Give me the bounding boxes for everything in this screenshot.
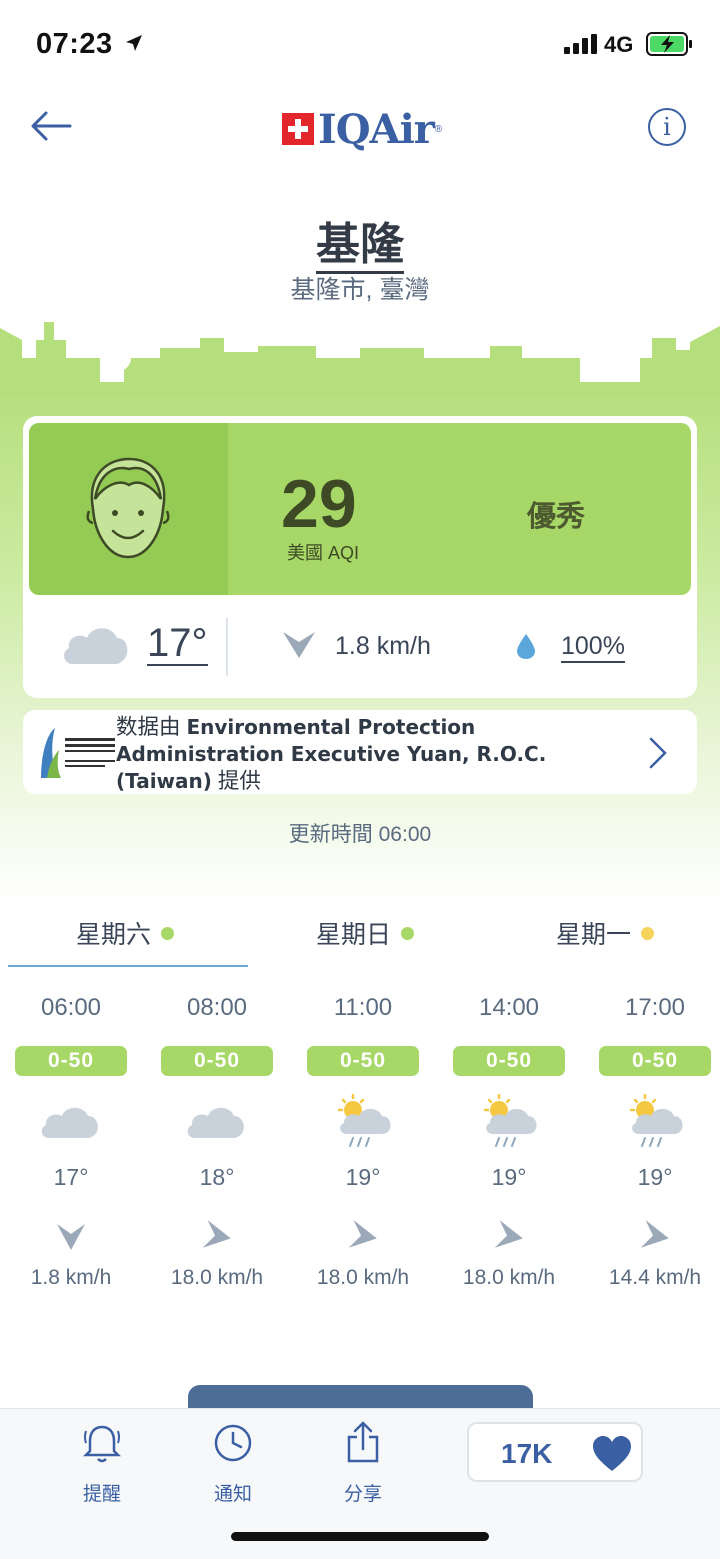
hour-time: 06:00	[40, 994, 102, 1021]
aqi-status: 優秀	[527, 501, 586, 533]
cloud-icon	[64, 628, 128, 664]
hour-temp: 19°	[491, 1164, 527, 1190]
tab-notify-label: 通知	[213, 1484, 252, 1505]
sun-cloud-rain-icon	[483, 1094, 537, 1147]
sun-cloud-rain-icon	[337, 1094, 391, 1147]
data-source-card[interactable]: 数据由 Environmental Protection Administrat…	[23, 710, 697, 794]
hour-temp: 17°	[53, 1164, 89, 1190]
cloud-icon	[187, 1107, 244, 1138]
location-arrow-icon	[126, 35, 142, 51]
epa-logo-icon	[41, 728, 115, 778]
tab-remind[interactable]: 提醒	[62, 1421, 142, 1511]
battery-charging-icon	[646, 32, 692, 56]
status-time: 07:23	[36, 28, 113, 60]
hour-aqi-badge: 0-50	[307, 1046, 419, 1076]
hourly-item: 14:00 0-50 19° 18.0 km/h	[447, 994, 571, 1294]
hourly-item: 08:00 0-50 18° 18.0 km/h	[155, 994, 279, 1294]
hourly-item: 06:00 0-50 17° 1.8 km/h	[9, 994, 133, 1294]
hourly-item: 11:00 0-50 19° 18.0 km/h	[301, 994, 425, 1294]
sun-cloud-rain-icon	[629, 1094, 683, 1147]
hour-aqi-badge: 0-50	[599, 1046, 711, 1076]
home-indicator	[231, 1532, 489, 1541]
status-bar: 07:23 4G	[0, 0, 720, 90]
aqi-dot	[161, 927, 175, 940]
tab-notify[interactable]: 通知	[193, 1421, 273, 1511]
hour-aqi-badge: 0-50	[161, 1046, 273, 1076]
city-title[interactable]: 基隆	[0, 208, 720, 274]
hour-wind: 18.0 km/h	[462, 1266, 556, 1289]
tab-monday[interactable]: 星期一	[556, 915, 655, 979]
hour-temp: 19°	[345, 1164, 381, 1190]
hour-wind: 18.0 km/h	[316, 1266, 410, 1289]
top-nav: IQAir ® i	[0, 100, 720, 160]
hour-wind: 18.0 km/h	[170, 1266, 264, 1289]
current-temperature[interactable]: 17°	[147, 622, 208, 666]
wind-east-icon	[640, 1220, 669, 1248]
city-skyline-illustration	[0, 322, 720, 398]
hour-temp: 19°	[637, 1164, 673, 1190]
hour-temp: 18°	[199, 1164, 235, 1190]
aqi-panel[interactable]: 29 美國 AQI 優秀	[29, 423, 691, 595]
bell-icon	[82, 1425, 122, 1463]
hour-time: 17:00	[624, 994, 686, 1021]
network-type: 4G	[604, 32, 634, 57]
tab-sunday[interactable]: 星期日	[316, 915, 415, 979]
wind-south-icon	[57, 1224, 85, 1250]
hour-time: 11:00	[333, 994, 393, 1021]
clock-icon	[214, 1424, 252, 1462]
aqi-value: 29	[281, 466, 357, 542]
hour-time: 08:00	[186, 994, 248, 1021]
back-arrow-icon[interactable]	[26, 106, 76, 146]
signal-icon	[564, 34, 597, 54]
aqi-dot	[641, 927, 655, 940]
hour-aqi-badge: 0-50	[453, 1046, 565, 1076]
info-button[interactable]: i	[648, 108, 686, 146]
swiss-cross-icon	[282, 113, 314, 145]
likes-count: 17K	[501, 1438, 553, 1469]
current-wind: 1.8 km/h	[335, 632, 431, 660]
updated-time: 更新時間 06:00	[288, 823, 432, 846]
hour-wind: 14.4 km/h	[608, 1266, 702, 1289]
humidity-drop-icon	[517, 634, 535, 659]
tab-share[interactable]: 分享	[323, 1421, 403, 1511]
divider	[226, 618, 228, 676]
wind-direction-icon	[283, 632, 315, 658]
day-tabs: 星期六 星期日 星期一	[0, 905, 720, 969]
wind-east-icon	[202, 1220, 231, 1248]
tab-remind-label: 提醒	[82, 1484, 121, 1505]
wind-east-icon	[494, 1220, 523, 1248]
active-tab-underline	[8, 965, 248, 967]
city-region: 基隆市, 臺灣	[290, 276, 430, 304]
happy-face-icon	[86, 457, 170, 559]
iqair-logo: IQAir ®	[282, 104, 442, 154]
heart-icon	[593, 1436, 631, 1471]
share-icon	[347, 1421, 379, 1463]
aqi-dot	[401, 927, 415, 940]
chevron-right-icon	[649, 737, 667, 769]
current-weather: 17° 1.8 km/h 100%	[23, 604, 697, 694]
cloud-icon	[41, 1107, 98, 1138]
favorite-button[interactable]: 17K	[467, 1422, 643, 1482]
hourly-item: 17:00 0-50 19° 14.4 km/h	[593, 994, 717, 1294]
data-source-text: 数据由 Environmental Protection Administrat…	[116, 715, 547, 793]
wind-east-icon	[348, 1220, 377, 1248]
tab-saturday[interactable]: 星期六	[76, 915, 175, 979]
face-box	[29, 423, 228, 595]
brand-name: IQAir	[318, 105, 435, 153]
hour-time: 14:00	[478, 994, 540, 1021]
hour-wind: 1.8 km/h	[30, 1266, 112, 1289]
current-humidity[interactable]: 100%	[561, 632, 625, 663]
aqi-label: 美國 AQI	[287, 543, 360, 563]
hour-aqi-badge: 0-50	[15, 1046, 127, 1076]
tab-share-label: 分享	[343, 1484, 382, 1505]
